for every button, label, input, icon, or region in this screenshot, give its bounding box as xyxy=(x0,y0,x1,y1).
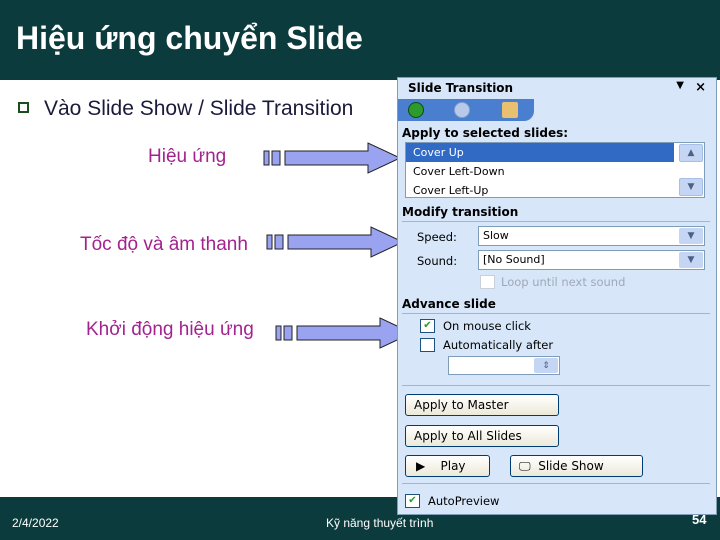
sound-value: [No Sound] xyxy=(483,253,545,266)
home-icon[interactable] xyxy=(502,102,518,118)
slide-show-button[interactable]: 🖵 Slide Show xyxy=(510,455,643,477)
list-item[interactable]: Cover Left-Up xyxy=(406,181,674,197)
chevron-down-icon[interactable]: ▼ xyxy=(679,228,703,244)
arrow-icon xyxy=(275,317,414,349)
auto-after-checkbox[interactable] xyxy=(420,338,435,352)
autopreview-label: AutoPreview xyxy=(428,494,500,508)
spinner-icon[interactable]: ⇕ xyxy=(534,358,558,373)
slide-show-label: Slide Show xyxy=(538,459,604,473)
apply-heading: Apply to selected slides: xyxy=(402,126,569,140)
pane-title: Slide Transition xyxy=(408,81,514,95)
play-icon: ▶ xyxy=(416,459,426,473)
slide-title: Hiệu ứng chuyển Slide xyxy=(16,20,363,56)
label-start-effect: Khởi động hiệu ứng xyxy=(86,319,254,340)
back-icon[interactable] xyxy=(408,102,424,118)
speed-select[interactable]: Slow ▼ xyxy=(478,226,705,246)
speed-value: Slow xyxy=(483,229,509,242)
divider xyxy=(402,313,710,314)
sound-label: Sound: xyxy=(417,254,458,268)
on-click-label: On mouse click xyxy=(443,319,531,333)
play-button[interactable]: ▶ Play xyxy=(405,455,490,477)
slide-transition-pane: Slide Transition ▼ × Apply to selected s… xyxy=(397,77,717,515)
play-label: Play xyxy=(440,459,466,473)
modify-heading: Modify transition xyxy=(402,205,519,219)
transition-list[interactable]: Cover Up Cover Left-Down Cover Left-Up ▲… xyxy=(405,142,705,198)
speed-label: Speed: xyxy=(417,230,457,244)
sound-select[interactable]: [No Sound] ▼ xyxy=(478,250,705,270)
close-icon[interactable]: × xyxy=(695,80,706,95)
auto-after-input[interactable]: ⇕ xyxy=(448,356,560,375)
apply-to-all-button[interactable]: Apply to All Slides xyxy=(405,425,559,447)
divider xyxy=(402,483,710,484)
scroll-up-icon[interactable]: ▲ xyxy=(679,144,703,162)
chevron-down-icon[interactable]: ▼ xyxy=(679,252,703,268)
list-item[interactable]: Cover Left-Down xyxy=(406,162,674,181)
pane-menu-icon[interactable]: ▼ xyxy=(676,80,684,91)
footer-text: Kỹ năng thuyết trình xyxy=(326,516,434,530)
advance-heading: Advance slide xyxy=(402,297,496,311)
loop-label: Loop until next sound xyxy=(501,275,626,289)
apply-to-master-button[interactable]: Apply to Master xyxy=(405,394,559,416)
arrow-icon xyxy=(266,226,405,258)
loop-checkbox[interactable] xyxy=(480,275,495,289)
auto-after-label: Automatically after xyxy=(443,338,554,352)
arrow-icon xyxy=(263,142,402,174)
forward-icon[interactable] xyxy=(454,102,470,118)
bullet-icon xyxy=(18,102,29,113)
autopreview-checkbox[interactable]: ✔ xyxy=(405,494,420,508)
footer-date: 2/4/2022 xyxy=(12,516,59,530)
on-click-checkbox[interactable]: ✔ xyxy=(420,319,435,333)
scroll-down-icon[interactable]: ▼ xyxy=(679,178,703,196)
slide-show-icon: 🖵 xyxy=(519,459,531,473)
pane-toolbar xyxy=(398,99,534,121)
label-effect: Hiệu ứng xyxy=(148,146,227,167)
divider xyxy=(402,221,710,222)
list-item[interactable]: Cover Up xyxy=(406,143,674,162)
divider xyxy=(402,385,710,386)
label-speed-sound: Tốc độ và âm thanh xyxy=(80,234,248,255)
bullet-text: Vào Slide Show / Slide Transition xyxy=(44,97,354,120)
